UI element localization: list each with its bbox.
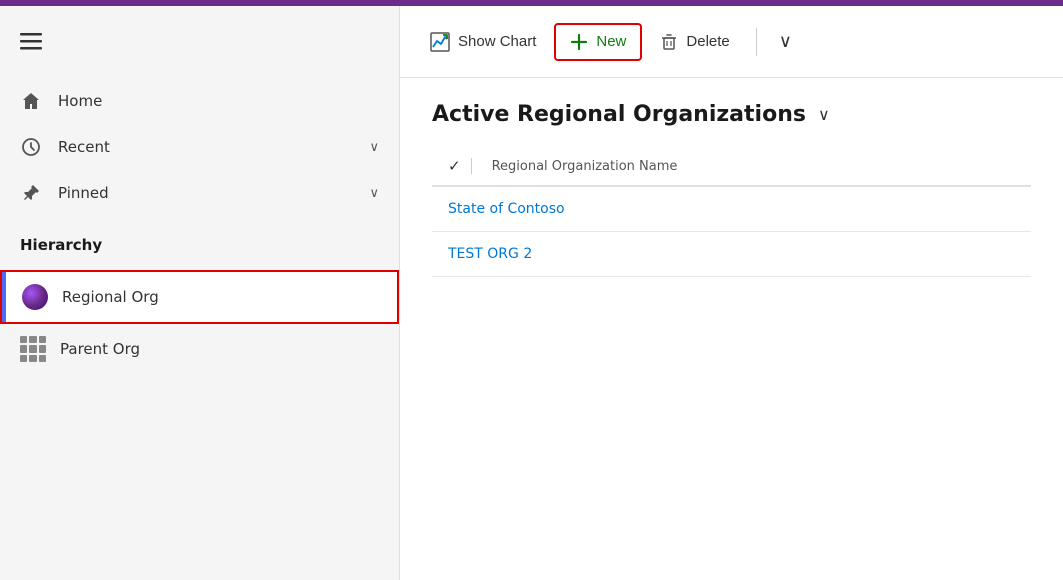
sidebar-item-pinned[interactable]: Pinned ∨ — [0, 170, 399, 216]
content-area: Active Regional Organizations ∨ ✓ Region… — [400, 78, 1063, 580]
toolbar-divider — [756, 28, 757, 56]
plus-icon — [570, 33, 588, 51]
sidebar-item-home[interactable]: Home — [0, 78, 399, 124]
table-cell-name-2: TEST ORG 2 — [432, 232, 1031, 277]
regional-org-icon — [22, 284, 48, 310]
data-table: ✓ Regional Organization Name State of Co… — [432, 147, 1031, 277]
hierarchy-section: Hierarchy — [0, 216, 399, 270]
new-button[interactable]: New — [554, 23, 642, 61]
delete-icon — [660, 33, 678, 51]
regional-org-label: Regional Org — [62, 288, 159, 306]
column-header-name: ✓ Regional Organization Name — [432, 147, 1031, 186]
table-header-row: ✓ Regional Organization Name — [432, 147, 1031, 186]
hamburger-icon — [20, 30, 42, 56]
main-content: Show Chart New — [400, 6, 1063, 580]
show-chart-button[interactable]: Show Chart — [416, 24, 550, 60]
home-label: Home — [58, 92, 379, 110]
parent-org-icon — [20, 336, 46, 362]
home-icon — [20, 90, 42, 112]
chevron-down-icon: ∨ — [779, 31, 792, 52]
view-title-chevron-icon[interactable]: ∨ — [818, 105, 830, 124]
checkmark-icon: ✓ — [448, 157, 461, 175]
pinned-label: Pinned — [58, 184, 353, 202]
parent-org-label: Parent Org — [60, 340, 140, 358]
table-cell-name-1: State of Contoso — [432, 186, 1031, 232]
view-title: Active Regional Organizations — [432, 102, 806, 127]
table-row: State of Contoso — [432, 186, 1031, 232]
hierarchy-item-regional-org[interactable]: Regional Org — [0, 270, 399, 324]
table-row: TEST ORG 2 — [432, 232, 1031, 277]
delete-button[interactable]: Delete — [646, 25, 743, 59]
delete-label: Delete — [686, 33, 729, 50]
new-label: New — [596, 33, 626, 50]
recent-icon — [20, 136, 42, 158]
recent-label: Recent — [58, 138, 353, 156]
toolbar: Show Chart New — [400, 6, 1063, 78]
recent-chevron-icon: ∨ — [369, 140, 379, 155]
record-link-2[interactable]: TEST ORG 2 — [448, 246, 532, 262]
hamburger-button[interactable] — [0, 16, 399, 70]
column-name-label: Regional Organization Name — [492, 159, 678, 174]
pin-icon — [20, 182, 42, 204]
show-chart-label: Show Chart — [458, 33, 536, 50]
view-title-row: Active Regional Organizations ∨ — [432, 102, 1031, 127]
pinned-chevron-icon: ∨ — [369, 186, 379, 201]
more-options-button[interactable]: ∨ — [769, 23, 802, 60]
sidebar: Home Recent ∨ Pinned ∨ Hi — [0, 6, 400, 580]
sidebar-item-recent[interactable]: Recent ∨ — [0, 124, 399, 170]
header-divider — [471, 158, 472, 174]
record-link-1[interactable]: State of Contoso — [448, 201, 565, 217]
hierarchy-item-parent-org[interactable]: Parent Org — [0, 324, 399, 374]
hierarchy-title: Hierarchy — [20, 236, 379, 254]
chart-icon — [430, 32, 450, 52]
